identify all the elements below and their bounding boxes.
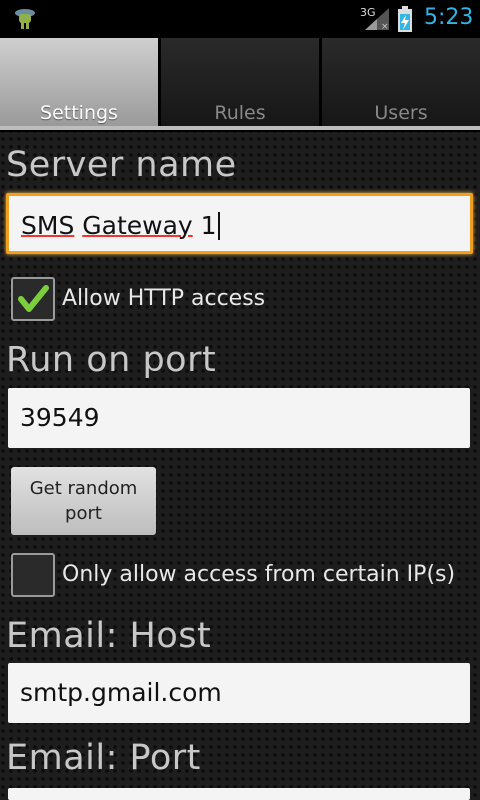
tab-settings[interactable]: Settings bbox=[0, 38, 158, 126]
android-debug-icon bbox=[15, 9, 35, 29]
tab-label-users: Users bbox=[374, 102, 428, 124]
tab-rules[interactable]: Rules bbox=[161, 38, 319, 126]
email-port-label: Email: Port bbox=[6, 738, 201, 778]
battery-charging-icon bbox=[398, 6, 412, 32]
tab-label-settings: Settings bbox=[40, 102, 118, 124]
email-host-label: Email: Host bbox=[6, 616, 212, 656]
tab-users[interactable]: Users bbox=[322, 38, 480, 126]
svg-text:×: × bbox=[381, 22, 389, 30]
server-name-label: Server name bbox=[6, 145, 237, 185]
server-name-word: 1 bbox=[200, 211, 217, 240]
status-bar: 3G × 5:23 bbox=[0, 0, 480, 38]
get-random-port-button[interactable]: Get random port bbox=[11, 467, 156, 535]
port-value: 39549 bbox=[20, 403, 100, 432]
email-port-input[interactable] bbox=[8, 788, 470, 800]
allow-http-label: Allow HTTP access bbox=[62, 286, 266, 311]
server-name-word: Gateway bbox=[82, 211, 193, 240]
tab-indicator bbox=[0, 126, 480, 130]
tab-bar: Settings Rules Users bbox=[0, 38, 480, 132]
server-name-word: SMS bbox=[21, 211, 75, 240]
email-host-value: smtp.gmail.com bbox=[20, 678, 222, 707]
allow-http-checkbox[interactable] bbox=[11, 277, 55, 321]
server-name-input[interactable]: SMS Gateway 1 bbox=[6, 193, 473, 254]
text-cursor bbox=[217, 212, 220, 240]
email-host-input[interactable]: smtp.gmail.com bbox=[8, 663, 470, 723]
clock: 5:23 bbox=[424, 5, 474, 30]
ip-restrict-label: Only allow access from certain IP(s) bbox=[62, 562, 456, 587]
ip-restrict-checkbox[interactable] bbox=[11, 553, 55, 597]
port-input[interactable]: 39549 bbox=[8, 388, 470, 448]
port-label: Run on port bbox=[6, 340, 217, 380]
tab-label-rules: Rules bbox=[214, 102, 266, 124]
signal-icon: × bbox=[365, 8, 389, 30]
checkmark-icon bbox=[18, 285, 49, 312]
